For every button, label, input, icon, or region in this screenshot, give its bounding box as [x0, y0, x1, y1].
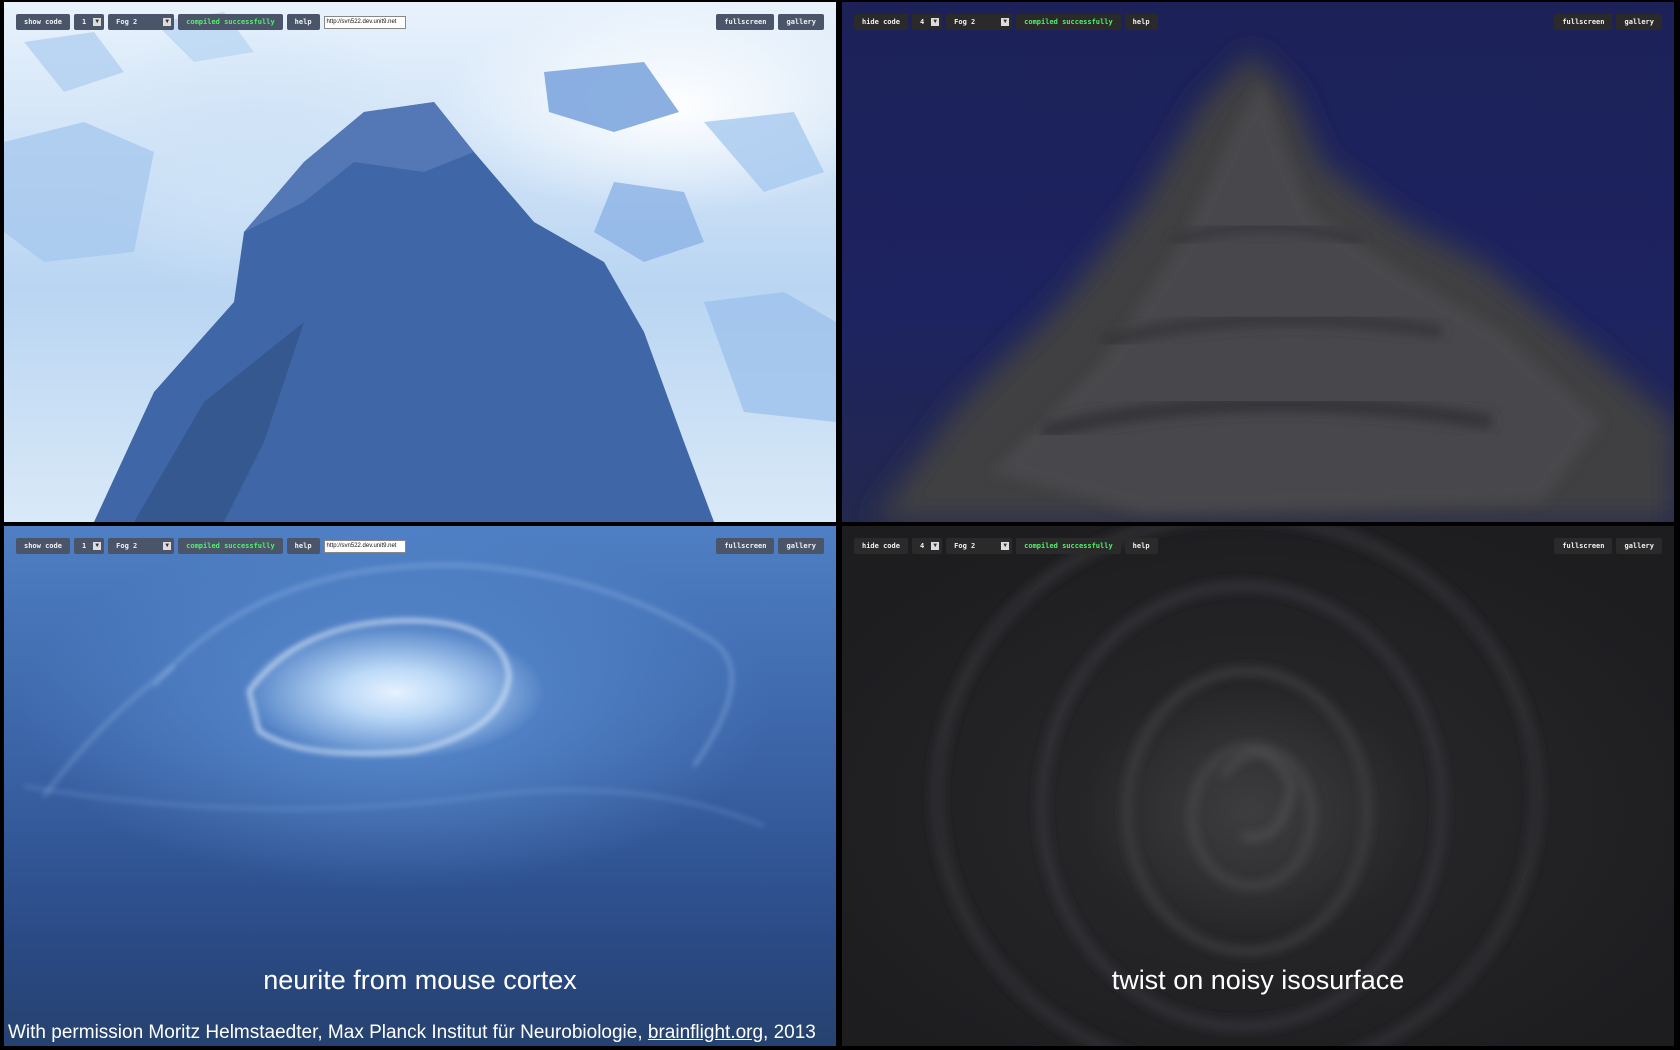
credit-text: With permission Moritz Helmstaedter, Max… [8, 1022, 648, 1043]
toolbar-right: fullscreen gallery [716, 538, 824, 554]
editor-toolbar: hide code 4 ▼ Fog 2 ▼ compiled successfu… [854, 538, 1158, 554]
render-viewport[interactable] [4, 2, 836, 522]
panel-caption: twist on noisy isosurface [1111, 965, 1405, 995]
panel-caption: neurite from mouse cortex [263, 965, 577, 995]
fullscreen-button[interactable]: fullscreen [1554, 14, 1613, 30]
credit-year: , 2013 [763, 1022, 816, 1043]
chevron-down-icon: ▼ [163, 542, 172, 550]
toolbar-right: fullscreen gallery [1554, 538, 1662, 554]
preset-value: Fog 2 [954, 542, 976, 550]
preset-select[interactable]: Fog 2 ▼ [946, 14, 1013, 30]
smoke-cone-render [872, 52, 1674, 522]
chevron-down-icon: ▼ [1001, 542, 1010, 550]
url-field[interactable]: http://svn522.dev.unit9.net [323, 539, 406, 553]
chevron-down-icon: ▼ [1001, 18, 1010, 26]
fullscreen-button[interactable]: fullscreen [716, 538, 775, 554]
hide-code-button[interactable]: hide code [854, 538, 908, 554]
fullscreen-button[interactable]: fullscreen [716, 14, 775, 30]
chevron-down-icon: ▼ [931, 18, 940, 26]
ice-crystal-render [4, 12, 836, 522]
quality-value: 1 [81, 18, 87, 26]
help-button[interactable]: help [286, 538, 320, 554]
credit-line: With permission Moritz Helmstaedter, Max… [8, 1022, 816, 1044]
compile-status: compiled successfully [1016, 14, 1121, 30]
chevron-down-icon: ▼ [931, 542, 940, 550]
fullscreen-button[interactable]: fullscreen [1554, 538, 1613, 554]
chevron-down-icon: ▼ [93, 542, 102, 550]
quality-value: 4 [919, 542, 925, 550]
help-button[interactable]: help [1124, 14, 1158, 30]
chevron-down-icon: ▼ [93, 18, 102, 26]
toolbar-right: fullscreen gallery [1554, 14, 1662, 30]
editor-toolbar: show code 1 ▼ Fog 2 ▼ compiled successfu… [16, 14, 406, 30]
compile-status: compiled successfully [1016, 538, 1121, 554]
help-button[interactable]: help [1124, 538, 1158, 554]
chevron-down-icon: ▼ [163, 18, 172, 26]
panel-top-right: hide code 4 ▼ Fog 2 ▼ compiled successfu… [842, 2, 1674, 522]
panel-bottom-right: hide code 4 ▼ Fog 2 ▼ compiled successfu… [842, 526, 1674, 1046]
quality-value: 4 [919, 18, 925, 26]
compile-status: compiled successfully [178, 538, 283, 554]
show-code-button[interactable]: show code [16, 14, 70, 30]
url-field[interactable]: http://svn522.dev.unit9.net [323, 15, 406, 29]
preset-select[interactable]: Fog 2 ▼ [108, 14, 175, 30]
preset-select[interactable]: Fog 2 ▼ [108, 538, 175, 554]
quality-value: 1 [81, 542, 87, 550]
preset-select[interactable]: Fog 2 ▼ [946, 538, 1013, 554]
quality-select[interactable]: 4 ▼ [911, 14, 943, 30]
quality-select[interactable]: 4 ▼ [911, 538, 943, 554]
editor-toolbar: hide code 4 ▼ Fog 2 ▼ compiled successfu… [854, 14, 1158, 30]
preset-value: Fog 2 [116, 18, 138, 26]
preset-value: Fog 2 [954, 18, 976, 26]
help-button[interactable]: help [286, 14, 320, 30]
gallery-button[interactable]: gallery [778, 538, 824, 554]
quality-select[interactable]: 1 ▼ [73, 14, 105, 30]
hide-code-button[interactable]: hide code [854, 14, 908, 30]
show-code-button[interactable]: show code [16, 538, 70, 554]
credit-link[interactable]: brainflight.org [648, 1022, 763, 1043]
gallery-button[interactable]: gallery [1616, 14, 1662, 30]
panel-top-left: show code 1 ▼ Fog 2 ▼ compiled successfu… [4, 2, 836, 522]
render-viewport[interactable] [842, 2, 1674, 522]
toolbar-right: fullscreen gallery [716, 14, 824, 30]
panel-bottom-left: show code 1 ▼ Fog 2 ▼ compiled successfu… [4, 526, 836, 1046]
editor-toolbar: show code 1 ▼ Fog 2 ▼ compiled successfu… [16, 538, 406, 554]
preset-value: Fog 2 [116, 542, 138, 550]
gallery-button[interactable]: gallery [778, 14, 824, 30]
compile-status: compiled successfully [178, 14, 283, 30]
gallery-button[interactable]: gallery [1616, 538, 1662, 554]
quality-select[interactable]: 1 ▼ [73, 538, 105, 554]
